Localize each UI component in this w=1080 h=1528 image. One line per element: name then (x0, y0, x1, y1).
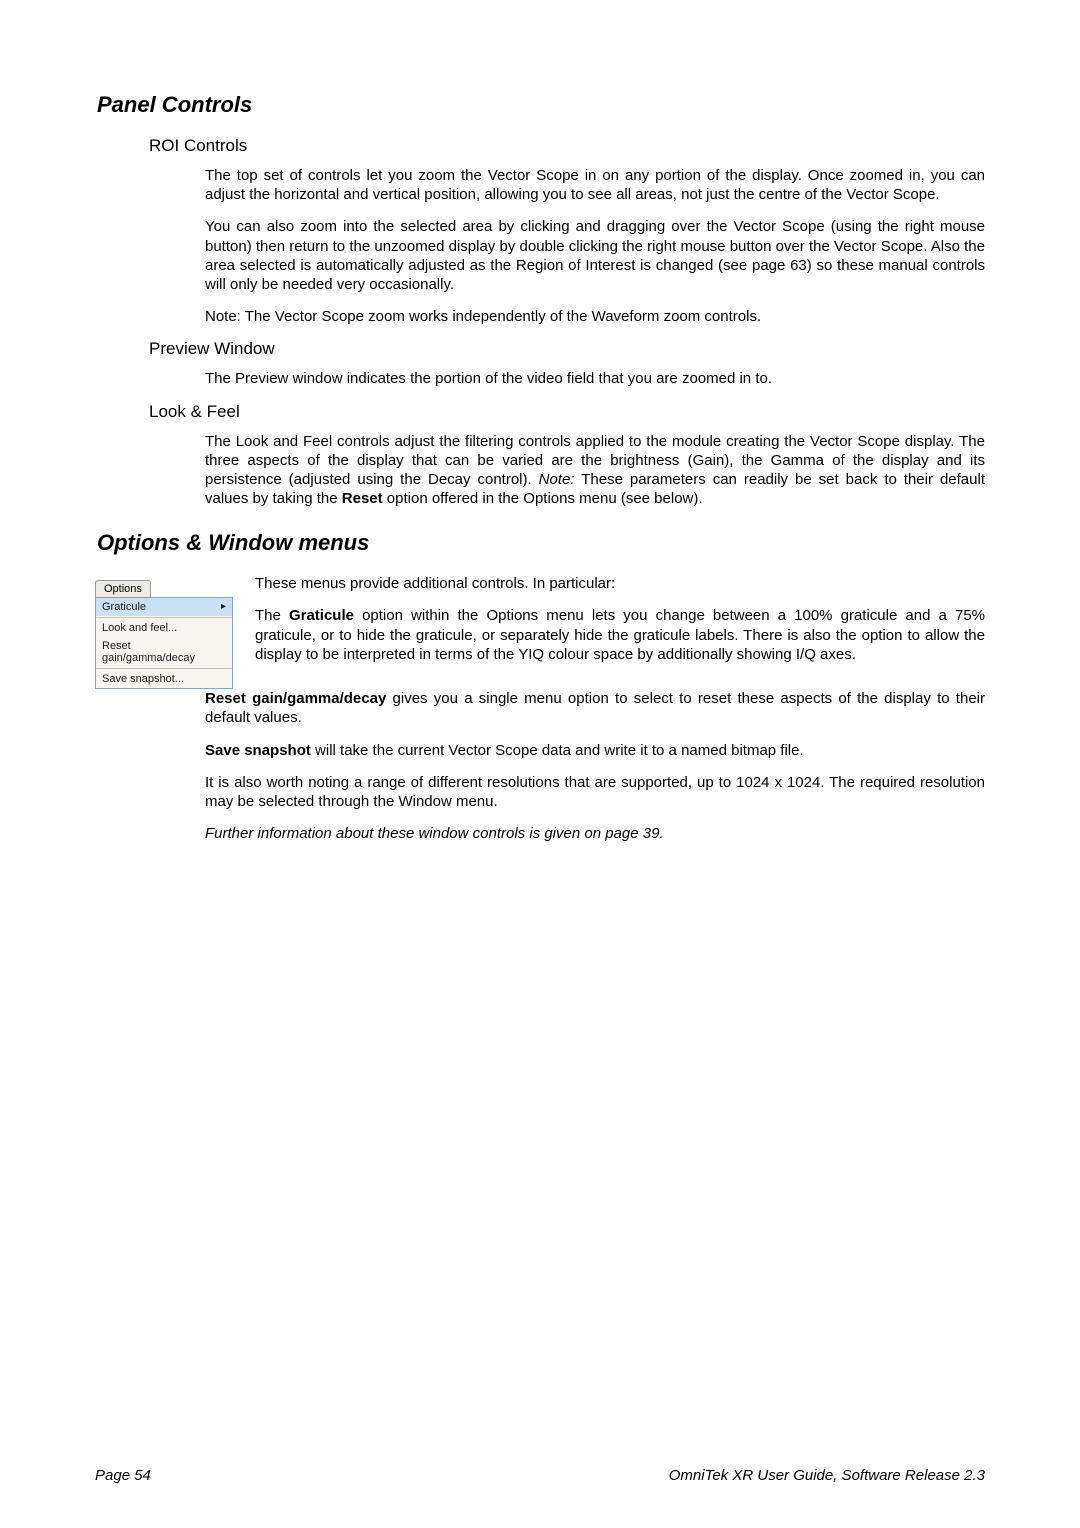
heading-roi-controls: ROI Controls (149, 136, 985, 156)
options-menu-tab[interactable]: Options (95, 580, 151, 598)
look-paragraph-1: The Look and Feel controls adjust the fi… (205, 432, 985, 509)
menu-separator-1 (96, 617, 232, 618)
options-reset-paragraph: Reset gain/gamma/decay gives you a singl… (205, 689, 985, 727)
look-note-label: Note: (539, 471, 575, 488)
options-intro: These menus provide additional controls.… (255, 574, 985, 593)
footer-page-number: Page 54 (95, 1467, 151, 1484)
heading-panel-controls: Panel Controls (97, 92, 985, 118)
options-graticule-paragraph: The Graticule option within the Options … (255, 606, 985, 664)
submenu-arrow-icon: ▸ (221, 601, 226, 612)
menu-separator-2 (96, 668, 232, 669)
roi-paragraph-3: Note: The Vector Scope zoom works indepe… (205, 307, 985, 326)
menu-item-reset-gain[interactable]: Reset gain/gamma/decay (96, 637, 232, 667)
options-resolution-paragraph: It is also worth noting a range of diffe… (205, 773, 985, 811)
options-menu-screenshot: Options Graticule ▸ Look and feel... Res… (95, 578, 235, 689)
options-text-column: These menus provide additional controls.… (255, 574, 985, 664)
preview-section: The Preview window indicates the portion… (205, 369, 985, 388)
look-text-c: option offered in the Options menu (see … (383, 490, 703, 507)
menu-item-graticule[interactable]: Graticule ▸ (96, 598, 232, 616)
options-continued: Reset gain/gamma/decay gives you a singl… (205, 689, 985, 843)
menu-item-graticule-label: Graticule (102, 601, 146, 613)
grat-text-a: The (255, 607, 289, 624)
menu-item-save-snapshot[interactable]: Save snapshot... (96, 670, 232, 688)
page-footer: Page 54 OmniTek XR User Guide, Software … (95, 1467, 985, 1484)
reset-bold: Reset gain/gamma/decay (205, 690, 386, 707)
options-save-paragraph: Save snapshot will take the current Vect… (205, 741, 985, 760)
heading-look-and-feel: Look & Feel (149, 402, 985, 422)
save-text-b: will take the current Vector Scope data … (311, 742, 804, 759)
look-reset-bold: Reset (342, 490, 383, 507)
look-section: The Look and Feel controls adjust the fi… (205, 432, 985, 509)
page-content: Panel Controls ROI Controls The top set … (0, 0, 1080, 843)
save-bold: Save snapshot (205, 742, 311, 759)
heading-preview-window: Preview Window (149, 339, 985, 359)
menu-item-look-and-feel[interactable]: Look and feel... (96, 619, 232, 637)
roi-section: The top set of controls let you zoom the… (205, 166, 985, 326)
preview-paragraph-1: The Preview window indicates the portion… (205, 369, 985, 388)
options-layout-row: Options Graticule ▸ Look and feel... Res… (95, 574, 985, 689)
options-menu-dropdown: Graticule ▸ Look and feel... Reset gain/… (95, 597, 233, 689)
grat-text-b: option within the Options menu lets you … (255, 607, 985, 662)
footer-document-title: OmniTek XR User Guide, Software Release … (669, 1467, 985, 1484)
roi-paragraph-1: The top set of controls let you zoom the… (205, 166, 985, 204)
roi-paragraph-2: You can also zoom into the selected area… (205, 217, 985, 294)
options-further-info: Further information about these window c… (205, 824, 985, 843)
heading-options-window-menus: Options & Window menus (97, 530, 985, 556)
grat-bold: Graticule (289, 607, 354, 624)
